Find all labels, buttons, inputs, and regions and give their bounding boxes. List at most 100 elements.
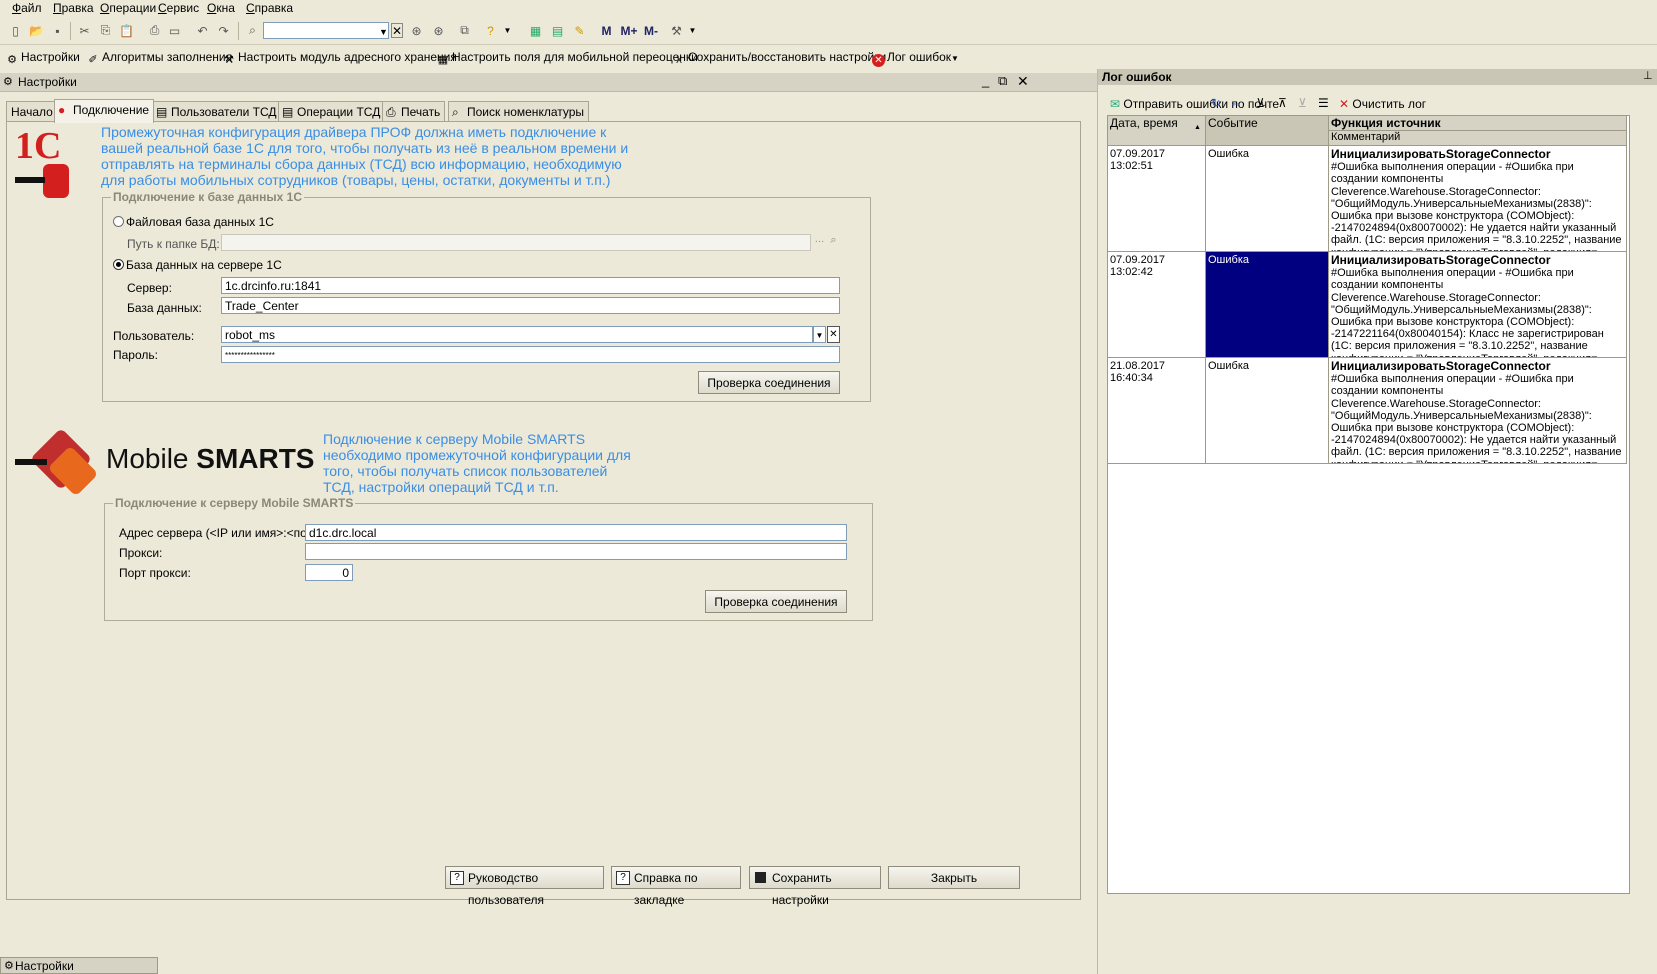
find-prev-icon[interactable]: ⊛	[430, 22, 447, 39]
plug-icon	[15, 459, 47, 465]
tab-tsd-operations[interactable]: ▤ Операции ТСД	[278, 101, 386, 122]
server-address-field[interactable]: d1c.drc.local	[305, 524, 847, 541]
tab-start[interactable]: Начало	[6, 101, 58, 122]
menu-file[interactable]: Файл	[12, 1, 42, 15]
clear-icon[interactable]: ✕	[827, 326, 840, 343]
save-settings-button[interactable]: Сохранить настройки	[749, 866, 881, 907]
db-group-legend: Подключение к базе данных 1С	[113, 190, 303, 204]
close-button[interactable]: Закрыть	[888, 866, 1020, 889]
menu-operations[interactable]: Операции	[100, 1, 156, 15]
table-row-date[interactable]: 07.09.2017 13:02:42	[1108, 252, 1206, 358]
toolbar-settings-button[interactable]: ⚙ Настройки	[5, 50, 80, 66]
paste-icon[interactable]: 📋	[118, 22, 135, 39]
table-row-event[interactable]: Ошибка	[1206, 358, 1329, 464]
browse-icon[interactable]: …	[813, 234, 826, 251]
column-function[interactable]: Функция источник	[1329, 116, 1627, 131]
proxy-port-field[interactable]: 0	[305, 564, 353, 581]
undo-icon[interactable]: ↶	[194, 22, 211, 39]
list-icon[interactable]: ☰	[1318, 96, 1329, 110]
print-icon[interactable]: ⎙	[146, 22, 163, 39]
tab-help-button[interactable]: ? Справка по закладке	[611, 866, 741, 907]
calculator-icon[interactable]: ✎	[571, 22, 588, 39]
windows-icon[interactable]: ⧉	[456, 22, 473, 39]
menu-service[interactable]: Сервис	[158, 1, 199, 15]
user-guide-button[interactable]: ? Руководство пользователя	[445, 866, 604, 907]
tab-connection[interactable]: ● Подключение	[54, 99, 155, 123]
menu-help[interactable]: Справка	[246, 1, 293, 15]
column-comment[interactable]: Комментарий	[1329, 131, 1627, 146]
table-row-event-selected[interactable]: Ошибка	[1206, 252, 1329, 358]
dropdown-icon[interactable]: ▼	[503, 22, 512, 39]
save-icon[interactable]: ▪	[49, 22, 66, 39]
clear-log-button[interactable]: ✕ Очистить лог	[1339, 97, 1426, 111]
database-label: База данных:	[127, 301, 202, 315]
open-icon[interactable]: 📂	[28, 22, 45, 39]
new-document-icon[interactable]: ▯	[7, 22, 24, 39]
table-row-date[interactable]: 21.08.2017 16:40:34	[1108, 358, 1206, 464]
proxy-field[interactable]	[305, 543, 847, 560]
table-row-detail[interactable]: ИнициализироватьStorageConnector #Ошибка …	[1329, 358, 1627, 464]
redo-icon[interactable]: ↷	[215, 22, 232, 39]
ms-check-connection-button[interactable]: Проверка соединения	[705, 590, 847, 613]
tab-print[interactable]: ⎙ Печать	[382, 101, 446, 122]
column-date[interactable]: Дата, время ▲	[1108, 116, 1206, 146]
search-input[interactable]	[263, 22, 389, 39]
tab-item-search[interactable]: ⌕ Поиск номенклатуры	[448, 101, 590, 122]
refresh-icon[interactable]: ↻	[1211, 96, 1221, 110]
password-field[interactable]: ****************	[221, 346, 840, 363]
table-row-event[interactable]: Ошибка	[1206, 146, 1329, 252]
password-label: Пароль:	[113, 348, 158, 362]
filter-icon[interactable]: ⊻	[1256, 96, 1265, 110]
task-button-settings[interactable]: ⚙ Настройки	[0, 957, 158, 974]
dropdown-icon[interactable]: ▼	[688, 22, 697, 39]
file-db-radio[interactable]	[113, 216, 124, 227]
toolbar-save-restore-button[interactable]: X Сохранить/восстановить настройки	[672, 50, 886, 67]
chevron-down-icon[interactable]: ▼	[813, 326, 826, 343]
expand-icon[interactable]: ⇔	[1230, 96, 1242, 110]
xml-icon: X	[675, 55, 682, 65]
toolbar-mobile-reprice-button[interactable]: ▦ Настроить поля для мобильной переоценки	[436, 50, 698, 66]
find-next-icon[interactable]: ⊛	[408, 22, 425, 39]
server-db-label: База данных на сервере 1С	[126, 258, 282, 272]
user-field[interactable]: robot_ms	[221, 326, 813, 343]
table-row-detail[interactable]: ИнициализироватьStorageConnector #Ошибка …	[1329, 146, 1627, 252]
server-db-radio[interactable]	[113, 259, 124, 270]
table-row-date[interactable]: 07.09.2017 13:02:51	[1108, 146, 1206, 252]
database-field[interactable]: Trade_Center	[221, 297, 840, 314]
memory-minus-icon[interactable]: M-	[640, 22, 662, 39]
toolbar-algorithms-button[interactable]: ✐ Алгоритмы заполнения	[86, 50, 232, 66]
chevron-down-icon[interactable]: ▼	[378, 23, 389, 40]
toolbar-address-storage-button[interactable]: ⚒ Настроить модуль адресного хранения	[222, 50, 457, 66]
table-row-detail[interactable]: ИнициализироватьStorageConnector #Ошибка …	[1329, 252, 1627, 358]
memory-plus-icon[interactable]: M+	[618, 22, 640, 39]
column-event[interactable]: Событие	[1206, 116, 1329, 146]
toolbar-error-log-button[interactable]: ✕ Лог ошибок	[872, 50, 951, 67]
clear-filter-icon[interactable]: ⊻	[1298, 96, 1307, 110]
minimize-icon[interactable]: _	[982, 73, 989, 88]
restore-icon[interactable]: ⧉	[998, 73, 1007, 89]
db-check-connection-button[interactable]: Проверка соединения	[698, 371, 840, 394]
db-path-field[interactable]	[221, 234, 811, 251]
dropdown-icon[interactable]: ▼	[951, 54, 959, 63]
calendar-icon[interactable]: ▤	[549, 22, 566, 39]
copy-icon[interactable]: ⎘	[97, 22, 114, 39]
clear-search-icon[interactable]: ✕	[391, 23, 403, 38]
search-icon[interactable]: ⌕	[827, 234, 840, 251]
preview-icon[interactable]: ▭	[166, 22, 183, 39]
memory-icon[interactable]: M	[598, 22, 615, 39]
menu-windows[interactable]: Окна	[207, 1, 235, 15]
tools-icon[interactable]: ⚒	[668, 22, 685, 39]
find-icon[interactable]: ⌕	[244, 22, 261, 39]
menu-edit[interactable]: Правка	[53, 1, 94, 15]
pin-icon[interactable]: ⊥	[1643, 69, 1653, 82]
send-errors-button[interactable]: ✉ Отправить ошибки по почте	[1110, 97, 1279, 111]
tab-tsd-users[interactable]: ▤ Пользователи ТСД	[152, 101, 282, 122]
close-icon[interactable]: ✕	[1017, 73, 1029, 90]
filter-settings-icon[interactable]: ⊼	[1278, 96, 1287, 110]
cut-icon[interactable]: ✂	[76, 22, 93, 39]
help-icon[interactable]: ?	[482, 22, 499, 39]
table-icon[interactable]: ▦	[527, 22, 544, 39]
settings-toolbar: ⚙ Настройки ✐ Алгоритмы заполнения ⚒ Настро…	[0, 46, 1097, 68]
print-icon: ⎙	[386, 105, 396, 119]
server-field[interactable]: 1c.drcinfo.ru:1841	[221, 277, 840, 294]
